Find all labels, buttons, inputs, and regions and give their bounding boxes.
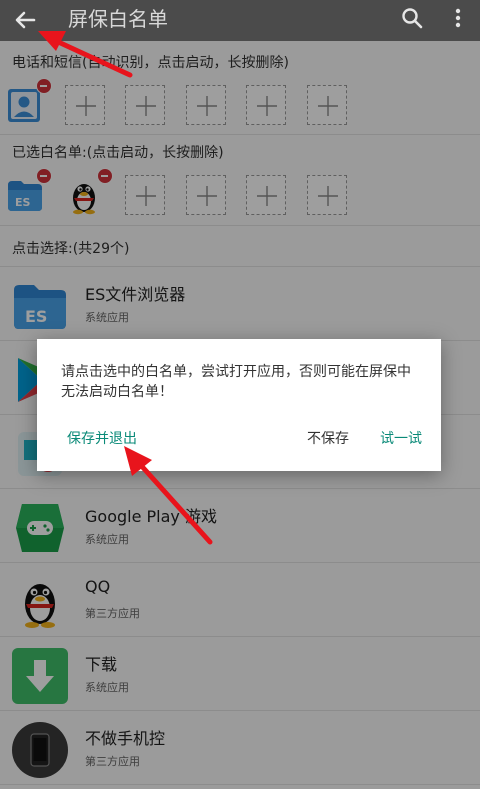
save-and-exit-button[interactable]: 保存并退出 xyxy=(67,429,137,449)
try-button[interactable]: 试一试 xyxy=(380,429,422,449)
alert-dialog: 请点击选中的白名单，尝试打开应用，否则可能在屏保中无法启动白名单！ 保存并退出 … xyxy=(37,339,441,471)
page-title: 屏保白名单 xyxy=(68,7,168,31)
more-vert-icon[interactable] xyxy=(448,4,468,32)
arrow-left-icon[interactable] xyxy=(12,6,40,34)
toolbar: 屏保白名单 xyxy=(0,0,480,41)
search-icon[interactable] xyxy=(398,4,426,32)
no-save-button[interactable]: 不保存 xyxy=(307,429,349,449)
dialog-message: 请点击选中的白名单，尝试打开应用，否则可能在屏保中无法启动白名单！ xyxy=(61,364,411,400)
